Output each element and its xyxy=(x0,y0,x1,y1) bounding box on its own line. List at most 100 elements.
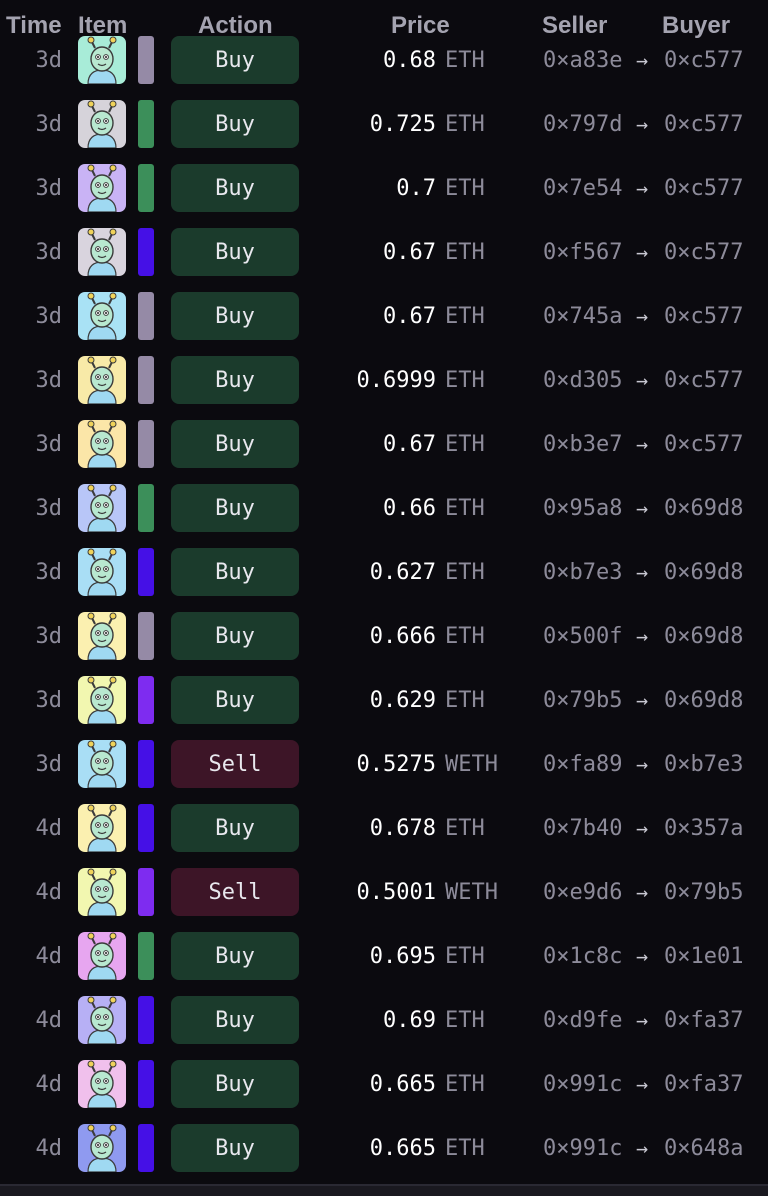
seller-address[interactable]: 0×7b40 xyxy=(543,816,622,841)
buyer-address[interactable]: 0×69d8 xyxy=(664,688,743,713)
buy-button[interactable]: Buy xyxy=(171,484,299,532)
seller-address[interactable]: 0×991c xyxy=(543,1072,622,1097)
nft-avatar-icon[interactable] xyxy=(78,612,126,660)
nft-avatar-icon[interactable] xyxy=(78,164,126,212)
seller-address[interactable]: 0×7e54 xyxy=(543,176,622,201)
table-row[interactable]: 4d Buy 0.69 ETH 0×d9fe → 0×fa37 xyxy=(0,988,768,1052)
buyer-address[interactable]: 0×69d8 xyxy=(664,496,743,521)
seller-address[interactable]: 0×f567 xyxy=(543,240,622,265)
buyer-address[interactable]: 0×c577 xyxy=(664,240,743,265)
nft-avatar-icon[interactable] xyxy=(78,484,126,532)
table-row[interactable]: 3d Buy 0.725 ETH 0×797d → 0×c577 xyxy=(0,92,768,156)
table-row[interactable]: 4d Sell 0.5001 WETH 0×e9d6 → 0×79b5 xyxy=(0,860,768,924)
buyer-address[interactable]: 0×69d8 xyxy=(664,560,743,585)
buyer-address[interactable]: 0×c577 xyxy=(664,368,743,393)
table-row[interactable]: 4d Buy 0.665 ETH 0×991c → 0×648a xyxy=(0,1116,768,1180)
nft-avatar-icon[interactable] xyxy=(78,228,126,276)
buy-button[interactable]: Buy xyxy=(171,1060,299,1108)
table-row[interactable]: 3d Buy 0.7 ETH 0×7e54 → 0×c577 xyxy=(0,156,768,220)
column-header-buyer[interactable]: Buyer xyxy=(662,12,730,40)
buyer-address[interactable]: 0×69d8 xyxy=(664,624,743,649)
seller-address[interactable]: 0×745a xyxy=(543,304,622,329)
buy-button[interactable]: Buy xyxy=(171,1124,299,1172)
table-row[interactable]: 3d Buy 0.66 ETH 0×95a8 → 0×69d8 xyxy=(0,476,768,540)
seller-address[interactable]: 0×d9fe xyxy=(543,1008,622,1033)
table-row[interactable]: 3d Buy 0.67 ETH 0×f567 → 0×c577 xyxy=(0,220,768,284)
nft-avatar-icon[interactable] xyxy=(78,420,126,468)
nft-avatar-icon[interactable] xyxy=(78,356,126,404)
buyer-address[interactable]: 0×b7e3 xyxy=(664,752,743,777)
column-header-action[interactable]: Action xyxy=(198,12,273,40)
buy-button[interactable]: Buy xyxy=(171,164,299,212)
buy-button[interactable]: Buy xyxy=(171,420,299,468)
buyer-address[interactable]: 0×79b5 xyxy=(664,880,743,905)
seller-address[interactable]: 0×79b5 xyxy=(543,688,622,713)
buy-button[interactable]: Buy xyxy=(171,612,299,660)
buy-button[interactable]: Buy xyxy=(171,356,299,404)
table-row[interactable]: 3d Buy 0.67 ETH 0×745a → 0×c577 xyxy=(0,284,768,348)
seller-address[interactable]: 0×797d xyxy=(543,112,622,137)
nft-avatar-icon[interactable] xyxy=(78,996,126,1044)
buy-button[interactable]: Buy xyxy=(171,804,299,852)
nft-avatar-icon[interactable] xyxy=(78,740,126,788)
nft-avatar-icon[interactable] xyxy=(78,932,126,980)
seller-address[interactable]: 0×95a8 xyxy=(543,496,622,521)
buy-button[interactable]: Buy xyxy=(171,292,299,340)
buy-button[interactable]: Buy xyxy=(171,996,299,1044)
seller-address[interactable]: 0×1c8c xyxy=(543,944,622,969)
price-currency: ETH xyxy=(445,688,485,713)
buyer-address[interactable]: 0×c577 xyxy=(664,48,743,73)
nft-avatar-icon[interactable] xyxy=(78,100,126,148)
price-currency: ETH xyxy=(445,496,485,521)
buyer-address[interactable]: 0×1e01 xyxy=(664,944,743,969)
buyer-address[interactable]: 0×c577 xyxy=(664,176,743,201)
table-row[interactable]: 4d Buy 0.695 ETH 0×1c8c → 0×1e01 xyxy=(0,924,768,988)
seller-address[interactable]: 0×fa89 xyxy=(543,752,622,777)
seller-address[interactable]: 0×e9d6 xyxy=(543,880,622,905)
table-row[interactable]: 4d Buy 0.665 ETH 0×991c → 0×fa37 xyxy=(0,1052,768,1116)
sale-time: 3d xyxy=(35,48,63,73)
table-row[interactable]: 4d Buy 0.678 ETH 0×7b40 → 0×357a xyxy=(0,796,768,860)
seller-address[interactable]: 0×a83e xyxy=(543,48,622,73)
table-row[interactable]: 3d Buy 0.6999 ETH 0×d305 → 0×c577 xyxy=(0,348,768,412)
nft-avatar-icon[interactable] xyxy=(78,868,126,916)
seller-address[interactable]: 0×b3e7 xyxy=(543,432,622,457)
buy-button[interactable]: Buy xyxy=(171,100,299,148)
seller-address[interactable]: 0×500f xyxy=(543,624,622,649)
table-row[interactable]: 3d Buy 0.666 ETH 0×500f → 0×69d8 xyxy=(0,604,768,668)
buy-button[interactable]: Buy xyxy=(171,228,299,276)
table-row[interactable]: 3d Buy 0.67 ETH 0×b3e7 → 0×c577 xyxy=(0,412,768,476)
buy-button[interactable]: Buy xyxy=(171,548,299,596)
buyer-address[interactable]: 0×357a xyxy=(664,816,743,841)
price-value: 0.7 xyxy=(396,176,436,201)
seller-address[interactable]: 0×d305 xyxy=(543,368,622,393)
buy-button[interactable]: Buy xyxy=(171,932,299,980)
nft-avatar-icon[interactable] xyxy=(78,1124,126,1172)
nft-avatar-icon[interactable] xyxy=(78,1060,126,1108)
sell-button[interactable]: Sell xyxy=(171,740,299,788)
buyer-address[interactable]: 0×c577 xyxy=(664,112,743,137)
sale-time: 3d xyxy=(35,176,63,201)
seller-address[interactable]: 0×b7e3 xyxy=(543,560,622,585)
buy-button[interactable]: Buy xyxy=(171,676,299,724)
sell-button[interactable]: Sell xyxy=(171,868,299,916)
nft-avatar-icon[interactable] xyxy=(78,292,126,340)
buyer-address[interactable]: 0×fa37 xyxy=(664,1008,743,1033)
nft-avatar-icon[interactable] xyxy=(78,804,126,852)
table-row[interactable]: 3d Buy 0.627 ETH 0×b7e3 → 0×69d8 xyxy=(0,540,768,604)
nft-avatar-icon[interactable] xyxy=(78,676,126,724)
column-header-seller[interactable]: Seller xyxy=(542,12,607,40)
buyer-address[interactable]: 0×c577 xyxy=(664,304,743,329)
buyer-address[interactable]: 0×c577 xyxy=(664,432,743,457)
nft-avatar-icon[interactable] xyxy=(78,548,126,596)
column-header-item[interactable]: Item xyxy=(78,12,127,40)
sales-table: 3d Buy 0.68 ETH 0×a83e → 0×c577 3d Buy 0… xyxy=(0,28,768,1180)
seller-address[interactable]: 0×991c xyxy=(543,1136,622,1161)
table-row[interactable]: 3d Buy 0.629 ETH 0×79b5 → 0×69d8 xyxy=(0,668,768,732)
buyer-address[interactable]: 0×fa37 xyxy=(664,1072,743,1097)
table-row[interactable]: 3d Sell 0.5275 WETH 0×fa89 → 0×b7e3 xyxy=(0,732,768,796)
column-header-price[interactable]: Price xyxy=(391,12,450,40)
column-header-time[interactable]: Time xyxy=(6,12,62,40)
arrow-right-icon: → xyxy=(636,304,649,328)
buyer-address[interactable]: 0×648a xyxy=(664,1136,743,1161)
